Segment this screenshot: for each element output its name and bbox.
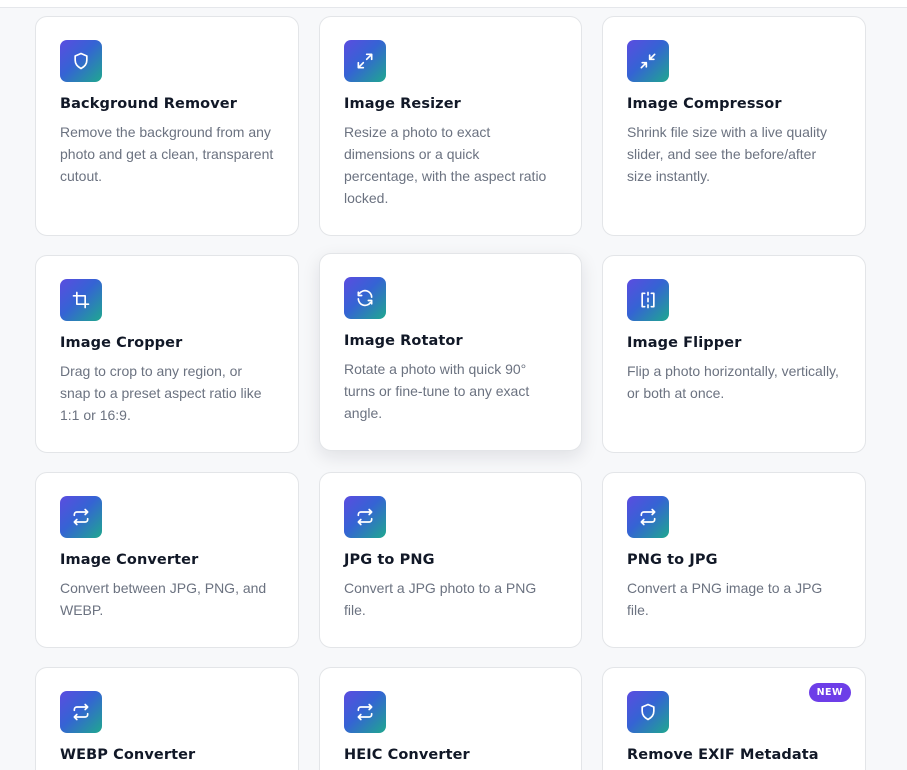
tool-card-webp-converter[interactable]: WEBP Converter — [35, 667, 299, 770]
card-description: Drag to crop to any region, or snap to a… — [60, 363, 262, 423]
card-title: Image Cropper — [60, 335, 183, 351]
card-title: WEBP Converter — [60, 747, 196, 763]
convert-icon — [60, 691, 102, 733]
card-title: PNG to JPG — [627, 552, 718, 568]
shield-icon — [60, 40, 102, 82]
card-title: HEIC Converter — [344, 747, 470, 763]
compress-icon — [627, 40, 669, 82]
crop-icon — [60, 279, 102, 321]
card-description: Convert a PNG image to a JPG file. — [627, 580, 823, 618]
card-title: Image Converter — [60, 552, 199, 568]
card-description: Remove the background from any photo and… — [60, 124, 274, 184]
card-title: Image Flipper — [627, 335, 742, 351]
tool-card-png-to-jpg[interactable]: PNG to JPG Convert a PNG image to a JPG … — [602, 472, 866, 648]
tool-card-heic-converter[interactable]: HEIC Converter — [319, 667, 582, 770]
tool-card-remove-exif-metadata[interactable]: NEW Remove EXIF Metadata — [602, 667, 866, 770]
convert-icon — [344, 496, 386, 538]
card-title: Remove EXIF Metadata — [627, 747, 819, 763]
new-badge: NEW — [808, 683, 851, 702]
rotate-icon — [344, 277, 386, 319]
tool-card-image-converter[interactable]: Image Converter Convert between JPG, PNG… — [35, 472, 299, 648]
card-title: Background Remover — [60, 96, 237, 112]
expand-icon — [344, 40, 386, 82]
card-title: Image Rotator — [344, 333, 463, 349]
card-title: JPG to PNG — [344, 552, 435, 568]
tool-card-image-compressor[interactable]: Image Compressor Shrink file size with a… — [602, 16, 866, 236]
card-title: Image Compressor — [627, 96, 782, 112]
card-description: Convert a JPG photo to a PNG file. — [344, 580, 537, 618]
card-description: Resize a photo to exact dimensions or a … — [344, 124, 547, 206]
shield-icon — [627, 691, 669, 733]
tool-card-image-cropper[interactable]: Image Cropper Drag to crop to any region… — [35, 255, 299, 453]
convert-icon — [60, 496, 102, 538]
card-description: Shrink file size with a live quality sli… — [627, 124, 827, 184]
tool-card-image-flipper[interactable]: Image Flipper Flip a photo horizontally,… — [602, 255, 866, 453]
tool-card-image-rotator[interactable]: Image Rotator Rotate a photo with quick … — [319, 253, 582, 451]
convert-icon — [344, 691, 386, 733]
tool-card-jpg-to-png[interactable]: JPG to PNG Convert a JPG photo to a PNG … — [319, 472, 582, 648]
header-divider — [0, 0, 907, 8]
card-description: Rotate a photo with quick 90° turns or f… — [344, 361, 530, 421]
convert-icon — [627, 496, 669, 538]
tool-card-image-resizer[interactable]: Image Resizer Resize a photo to exact di… — [319, 16, 582, 236]
flip-icon — [627, 279, 669, 321]
card-title: Image Resizer — [344, 96, 461, 112]
tool-card-background-remover[interactable]: Background Remover Remove the background… — [35, 16, 299, 236]
card-description: Convert between JPG, PNG, and WEBP. — [60, 580, 267, 618]
card-description: Flip a photo horizontally, vertically, o… — [627, 363, 839, 401]
